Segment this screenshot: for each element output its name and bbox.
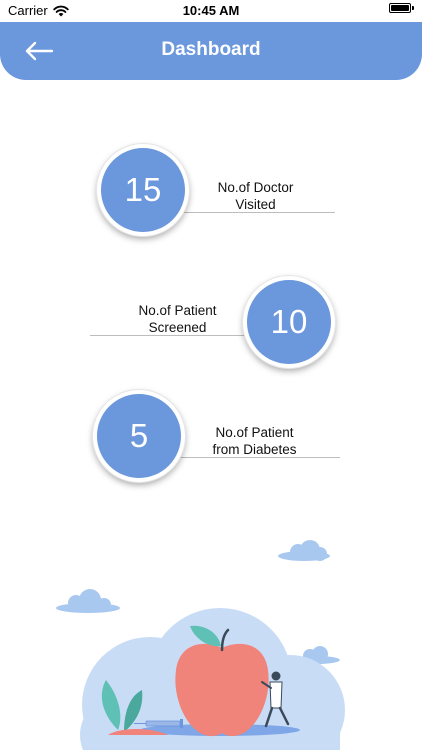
dashboard-screen: Carrier 10:45 AM Dashboard 15 No.of Doct… [0,0,422,750]
stat-circle-doctors: 15 [97,144,189,236]
cloud-icon [56,589,120,613]
health-illustration [56,540,345,750]
cloud-icon [278,540,330,561]
stat-value-doctors: 15 [124,171,162,208]
battery-icon [389,3,411,13]
stat-label-line1: No.of Patient [215,425,294,440]
status-right [389,3,414,13]
stat-circle-screened: 10 [243,276,335,368]
stat-label-line1: No.of Doctor [217,180,294,195]
stat-label-diabetes: No.of Patient from Diabetes [192,424,317,458]
stat-label-screened: No.of Patient Screened [115,302,240,336]
stat-label-line1: No.of Patient [138,303,217,318]
battery-tip [412,6,414,10]
status-bar: Carrier 10:45 AM [0,0,422,22]
battery-fill [391,5,409,11]
header-bar: Dashboard [0,22,422,80]
stat-value-screened: 10 [270,303,308,340]
stat-label-line2: Screened [148,320,207,335]
stat-circle-diabetes: 5 [93,390,185,482]
stat-label-doctors: No.of Doctor Visited [193,179,318,213]
stat-label-line2: Visited [235,197,276,212]
stat-value-diabetes: 5 [129,417,149,454]
stat-label-line2: from Diabetes [212,442,297,457]
page-title: Dashboard [161,39,261,60]
status-time: 10:45 AM [182,3,240,18]
